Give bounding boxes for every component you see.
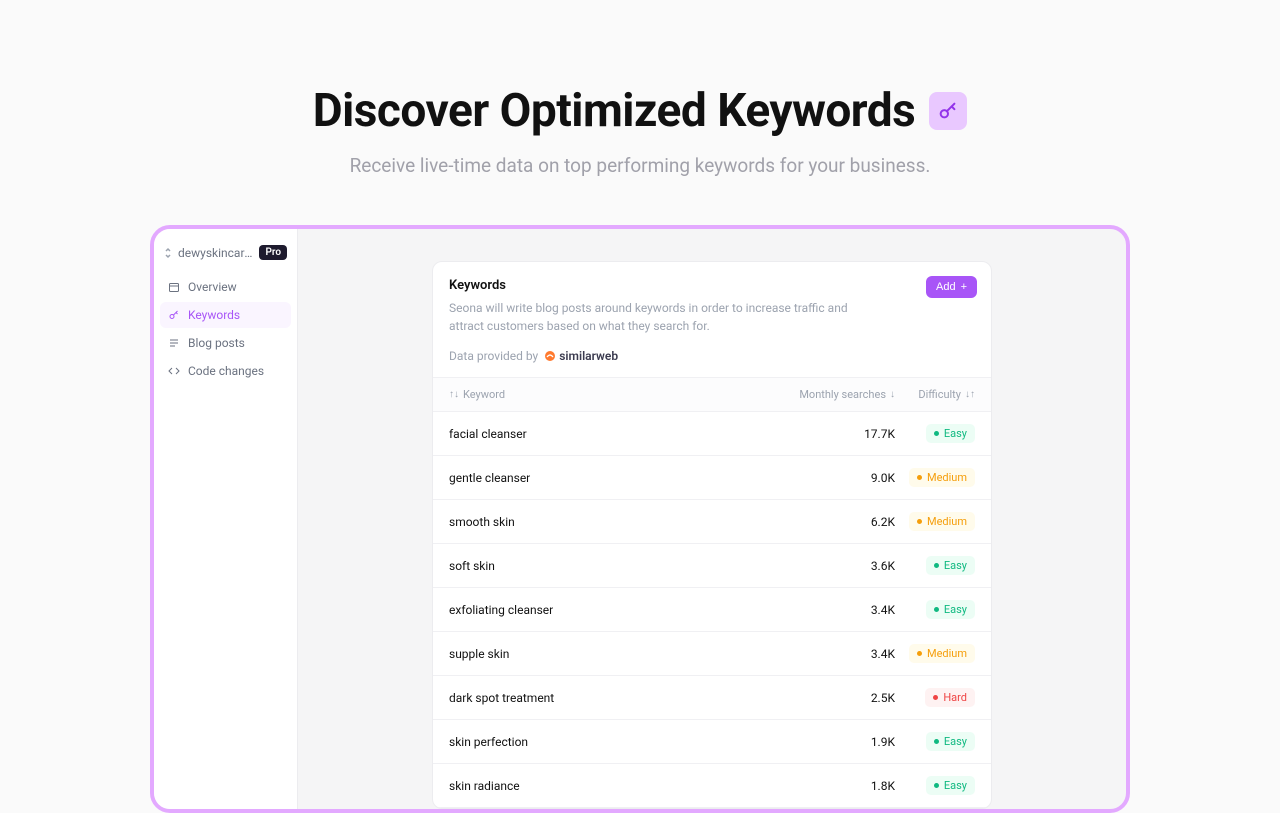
- keyword-cell: exfoliating cleanser: [449, 603, 765, 617]
- monthly-searches-cell: 6.2K: [765, 515, 895, 529]
- keyword-cell: dark spot treatment: [449, 691, 765, 705]
- keyword-cell: skin radiance: [449, 779, 765, 793]
- card-title: Keywords: [449, 278, 975, 293]
- site-name: dewyskincare.st...: [178, 246, 253, 260]
- table-row[interactable]: soft skin3.6K Easy: [433, 544, 991, 588]
- difficulty-cell: Easy: [895, 776, 975, 795]
- table-row[interactable]: facial cleanser17.7K Easy: [433, 412, 991, 456]
- difficulty-badge: Easy: [926, 776, 975, 795]
- difficulty-cell: Easy: [895, 424, 975, 443]
- sidebar-item-label: Keywords: [188, 308, 240, 322]
- table-row[interactable]: smooth skin6.2K Medium: [433, 500, 991, 544]
- main-content: Keywords Seona will write blog posts aro…: [298, 229, 1126, 809]
- difficulty-badge: Medium: [909, 512, 975, 531]
- sidebar-item-blog-posts[interactable]: Blog posts: [160, 330, 291, 356]
- sidebar-item-label: Overview: [188, 280, 237, 294]
- difficulty-badge: Medium: [909, 468, 975, 487]
- monthly-searches-cell: 2.5K: [765, 691, 895, 705]
- keywords-card: Keywords Seona will write blog posts aro…: [432, 261, 992, 809]
- table-row[interactable]: skin radiance1.8K Easy: [433, 764, 991, 808]
- keyword-cell: facial cleanser: [449, 427, 765, 441]
- column-keyword[interactable]: ↑↓ Keyword: [449, 388, 765, 401]
- monthly-searches-cell: 1.8K: [765, 779, 895, 793]
- difficulty-cell: Easy: [895, 556, 975, 575]
- status-dot-icon: [933, 695, 938, 700]
- status-dot-icon: [934, 739, 939, 744]
- similarweb-logo: similarweb: [544, 349, 618, 363]
- sort-icon: ↑↓: [449, 389, 459, 400]
- status-dot-icon: [934, 607, 939, 612]
- difficulty-badge: Easy: [926, 600, 975, 619]
- monthly-searches-cell: 9.0K: [765, 471, 895, 485]
- difficulty-badge: Easy: [926, 732, 975, 751]
- status-dot-icon: [917, 651, 922, 656]
- pro-badge: Pro: [259, 245, 287, 260]
- sidebar-item-code-changes[interactable]: Code changes: [160, 358, 291, 384]
- plus-icon: +: [961, 281, 967, 293]
- sidebar: dewyskincare.st... Pro Overview Keywords B…: [154, 229, 298, 809]
- difficulty-badge: Hard: [925, 688, 975, 707]
- key-icon: [929, 92, 967, 130]
- sidebar-item-label: Blog posts: [188, 336, 245, 350]
- data-provided-label: Data provided by: [449, 349, 538, 363]
- difficulty-cell: Medium: [895, 512, 975, 531]
- code-icon: [168, 365, 180, 377]
- table-row[interactable]: skin perfection1.9K Easy: [433, 720, 991, 764]
- key-icon: [168, 309, 180, 321]
- monthly-searches-cell: 17.7K: [765, 427, 895, 441]
- table-header: ↑↓ Keyword Monthly searches ↓ Difficulty…: [433, 377, 991, 412]
- monthly-searches-cell: 3.6K: [765, 559, 895, 573]
- difficulty-cell: Medium: [895, 468, 975, 487]
- difficulty-badge: Easy: [926, 424, 975, 443]
- difficulty-cell: Medium: [895, 644, 975, 663]
- page-title: Discover Optimized Keywords: [313, 84, 916, 138]
- sidebar-item-keywords[interactable]: Keywords: [160, 302, 291, 328]
- sidebar-item-label: Code changes: [188, 364, 264, 378]
- chevron-updown-icon: [164, 247, 172, 259]
- table-row[interactable]: supple skin3.4K Medium: [433, 632, 991, 676]
- difficulty-cell: Easy: [895, 600, 975, 619]
- column-difficulty[interactable]: Difficulty ↓↑: [895, 388, 975, 401]
- sidebar-item-overview[interactable]: Overview: [160, 274, 291, 300]
- table-row[interactable]: gentle cleanser9.0K Medium: [433, 456, 991, 500]
- difficulty-cell: Hard: [895, 688, 975, 707]
- table-row[interactable]: dark spot treatment2.5K Hard: [433, 676, 991, 720]
- status-dot-icon: [934, 431, 939, 436]
- status-dot-icon: [934, 563, 939, 568]
- status-dot-icon: [917, 475, 922, 480]
- calendar-icon: [168, 281, 180, 293]
- monthly-searches-cell: 3.4K: [765, 603, 895, 617]
- keyword-cell: skin perfection: [449, 735, 765, 749]
- card-description: Seona will write blog posts around keywo…: [449, 299, 849, 335]
- keyword-cell: smooth skin: [449, 515, 765, 529]
- app-window: dewyskincare.st... Pro Overview Keywords B…: [150, 225, 1130, 813]
- add-button[interactable]: Add +: [926, 276, 977, 298]
- status-dot-icon: [934, 783, 939, 788]
- page-subtitle: Receive live-time data on top performing…: [0, 154, 1280, 177]
- hero-section: Discover Optimized Keywords Receive live…: [0, 0, 1280, 177]
- table-row[interactable]: exfoliating cleanser3.4K Easy: [433, 588, 991, 632]
- keyword-cell: supple skin: [449, 647, 765, 661]
- sort-icon: ↓↑: [965, 389, 975, 400]
- site-selector[interactable]: dewyskincare.st... Pro: [160, 241, 291, 274]
- keyword-cell: gentle cleanser: [449, 471, 765, 485]
- column-monthly-searches[interactable]: Monthly searches ↓: [765, 388, 895, 401]
- monthly-searches-cell: 3.4K: [765, 647, 895, 661]
- keyword-cell: soft skin: [449, 559, 765, 573]
- difficulty-cell: Easy: [895, 732, 975, 751]
- monthly-searches-cell: 1.9K: [765, 735, 895, 749]
- difficulty-badge: Medium: [909, 644, 975, 663]
- list-icon: [168, 337, 180, 349]
- status-dot-icon: [917, 519, 922, 524]
- difficulty-badge: Easy: [926, 556, 975, 575]
